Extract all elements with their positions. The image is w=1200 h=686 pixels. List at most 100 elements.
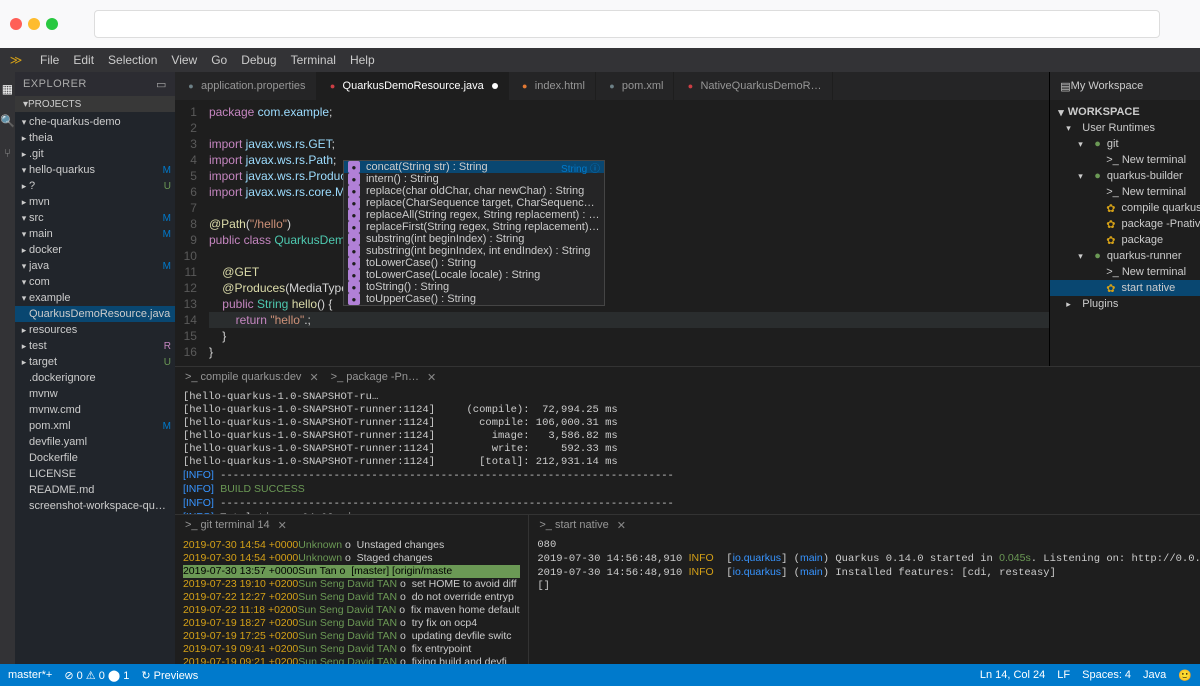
- tree-item[interactable]: ▾hello-quarkusM: [15, 162, 175, 178]
- editor-tab[interactable]: ●index.html: [509, 72, 596, 100]
- code-body[interactable]: package com.example; import javax.ws.rs.…: [205, 100, 1049, 366]
- tree-item[interactable]: ▾com: [15, 274, 175, 290]
- workspace-item[interactable]: ▾●quarkus-runner: [1050, 248, 1200, 264]
- max-dot[interactable]: [46, 18, 58, 30]
- autocomplete-item[interactable]: ●substring(int beginIndex) : String: [344, 233, 604, 245]
- autocomplete-item[interactable]: ●concat(String str) : StringString ⓘ: [344, 161, 604, 173]
- workspace-item[interactable]: ▾●quarkus-builder: [1050, 168, 1200, 184]
- url-bar[interactable]: [94, 10, 1160, 38]
- autocomplete-item[interactable]: ●replace(CharSequence target, CharSequen…: [344, 197, 604, 209]
- status-item[interactable]: Ln 14, Col 24: [980, 669, 1045, 681]
- editor-tabs: ●application.properties●QuarkusDemoResou…: [175, 72, 1049, 100]
- tree-item[interactable]: ▾mainM: [15, 226, 175, 242]
- tree-item[interactable]: Dockerfile: [15, 450, 175, 466]
- tree-item[interactable]: ▸targetU: [15, 354, 175, 370]
- app-logo: ≫: [6, 50, 26, 70]
- tree-item[interactable]: ▸mvn: [15, 194, 175, 210]
- tree-item[interactable]: ▸?U: [15, 178, 175, 194]
- status-item[interactable]: ↻ Previews: [141, 669, 198, 682]
- workspace-item[interactable]: ✿package -Pnative: [1050, 216, 1200, 232]
- workspace-item[interactable]: ✿package: [1050, 232, 1200, 248]
- tree-item[interactable]: ▾javaM: [15, 258, 175, 274]
- term-tab-package[interactable]: >_ package -Pn…✕: [331, 371, 437, 384]
- workspace-item[interactable]: ✿start native: [1050, 280, 1200, 296]
- tree-item[interactable]: .dockerignore: [15, 370, 175, 386]
- cog-icon: ●: [606, 80, 618, 92]
- tree-item[interactable]: LICENSE: [15, 466, 175, 482]
- autocomplete-item[interactable]: ●replaceFirst(String regex, String repla…: [344, 221, 604, 233]
- status-item[interactable]: Java: [1143, 669, 1166, 681]
- workspace-item[interactable]: ▾User Runtimes: [1050, 120, 1200, 136]
- tree-item[interactable]: mvnw.cmd: [15, 402, 175, 418]
- autocomplete-item[interactable]: ●toUpperCase() : String: [344, 293, 604, 305]
- close-dot[interactable]: [10, 18, 22, 30]
- tree-item[interactable]: ▾example: [15, 290, 175, 306]
- term-tab-compile[interactable]: >_ compile quarkus:dev✕: [185, 371, 319, 384]
- tree-item[interactable]: ▾srcM: [15, 210, 175, 226]
- workspace-item[interactable]: >_ New terminal: [1050, 184, 1200, 200]
- explorer-icon[interactable]: ▦: [2, 82, 13, 96]
- autocomplete-item[interactable]: ●replace(char oldChar, char newChar) : S…: [344, 185, 604, 197]
- scm-icon[interactable]: ⑂: [4, 146, 11, 160]
- menu-view[interactable]: View: [171, 53, 197, 67]
- native-term-tab[interactable]: >_ start native✕: [539, 519, 626, 532]
- tree-item[interactable]: ▸testR: [15, 338, 175, 354]
- editors: ●application.properties●QuarkusDemoResou…: [175, 72, 1200, 664]
- workspace-item[interactable]: >_ New terminal: [1050, 264, 1200, 280]
- projects-section[interactable]: ▾ PROJECTS: [15, 96, 175, 112]
- tree-item[interactable]: ▸theia: [15, 130, 175, 146]
- menu-help[interactable]: Help: [350, 53, 375, 67]
- code-editor[interactable]: 12345678910111213141516 package com.exam…: [175, 100, 1049, 366]
- autocomplete-item[interactable]: ●intern() : String: [344, 173, 604, 185]
- window-titlebar: [0, 0, 1200, 48]
- status-item[interactable]: ⊘ 0 ⚠ 0 ⬤ 1: [64, 669, 129, 682]
- workspace-tab[interactable]: ▤ My Workspace ✕: [1050, 72, 1200, 100]
- tree-item[interactable]: ▸docker: [15, 242, 175, 258]
- html-icon: ●: [519, 80, 531, 92]
- tree-item[interactable]: QuarkusDemoResource.java: [15, 306, 175, 322]
- workspace-item[interactable]: >_ New terminal: [1050, 152, 1200, 168]
- autocomplete-item[interactable]: ●toLowerCase() : String: [344, 257, 604, 269]
- native-terminal[interactable]: 080 2019-07-30 14:56:48,910 INFO [io.qua…: [529, 535, 1200, 664]
- autocomplete-item[interactable]: ●toString() : String: [344, 281, 604, 293]
- status-item[interactable]: 🙂: [1178, 669, 1192, 682]
- autocomplete-item[interactable]: ●substring(int beginIndex, int endIndex)…: [344, 245, 604, 257]
- menu-debug[interactable]: Debug: [241, 53, 276, 67]
- editor-tab[interactable]: ●application.properties: [175, 72, 317, 100]
- autocomplete-popup[interactable]: ●concat(String str) : StringString ⓘ●int…: [343, 160, 605, 306]
- tree-item[interactable]: mvnw: [15, 386, 175, 402]
- menubar: ≫ File Edit Selection View Go Debug Terminal He…: [0, 48, 1200, 72]
- tree-item[interactable]: ▸.git: [15, 146, 175, 162]
- java-icon: ●: [327, 80, 339, 92]
- tree-item[interactable]: README.md: [15, 482, 175, 498]
- autocomplete-item[interactable]: ●toLowerCase(Locale locale) : String: [344, 269, 604, 281]
- editor-tab[interactable]: ●QuarkusDemoResource.java: [317, 72, 509, 100]
- sidebar-more-icon[interactable]: ▭: [156, 78, 167, 91]
- workspace-item[interactable]: ▾●git: [1050, 136, 1200, 152]
- menu-selection[interactable]: Selection: [108, 53, 157, 67]
- status-item[interactable]: Spaces: 4: [1082, 669, 1131, 681]
- search-icon[interactable]: 🔍: [0, 114, 15, 128]
- menu-edit[interactable]: Edit: [73, 53, 94, 67]
- status-item[interactable]: LF: [1057, 669, 1070, 681]
- tree-item[interactable]: devfile.yaml: [15, 434, 175, 450]
- menu-terminal[interactable]: Terminal: [291, 53, 336, 67]
- menu-go[interactable]: Go: [211, 53, 227, 67]
- tree-item[interactable]: screenshot-workspace-quarkus-ru…: [15, 498, 175, 514]
- tree-item[interactable]: ▾che-quarkus-demo: [15, 114, 175, 130]
- git-term-tab[interactable]: >_ git terminal 14✕: [185, 519, 287, 532]
- min-dot[interactable]: [28, 18, 40, 30]
- tree-item[interactable]: ▸resources: [15, 322, 175, 338]
- tree-item[interactable]: pom.xmlM: [15, 418, 175, 434]
- autocomplete-item[interactable]: ●replaceAll(String regex, String replace…: [344, 209, 604, 221]
- terminal-output[interactable]: [hello-quarkus-1.0-SNAPSHOT-ru… [hello-q…: [175, 387, 1200, 514]
- git-terminal[interactable]: 2019-07-30 14:54 +0000 Unknown o Unstage…: [175, 535, 528, 664]
- status-item[interactable]: master*+: [8, 669, 52, 681]
- editor-tab[interactable]: ●NativeQuarkusDemoR…: [674, 72, 832, 100]
- workspace-item[interactable]: ✿compile quarkus:dev: [1050, 200, 1200, 216]
- editor-tab[interactable]: ●pom.xml: [596, 72, 675, 100]
- menu-file[interactable]: File: [40, 53, 59, 67]
- activity-bar: ▦ 🔍 ⑂: [0, 72, 15, 664]
- workspace-item[interactable]: ▸Plugins: [1050, 296, 1200, 312]
- sidebar-title: EXPLORER: [23, 78, 87, 90]
